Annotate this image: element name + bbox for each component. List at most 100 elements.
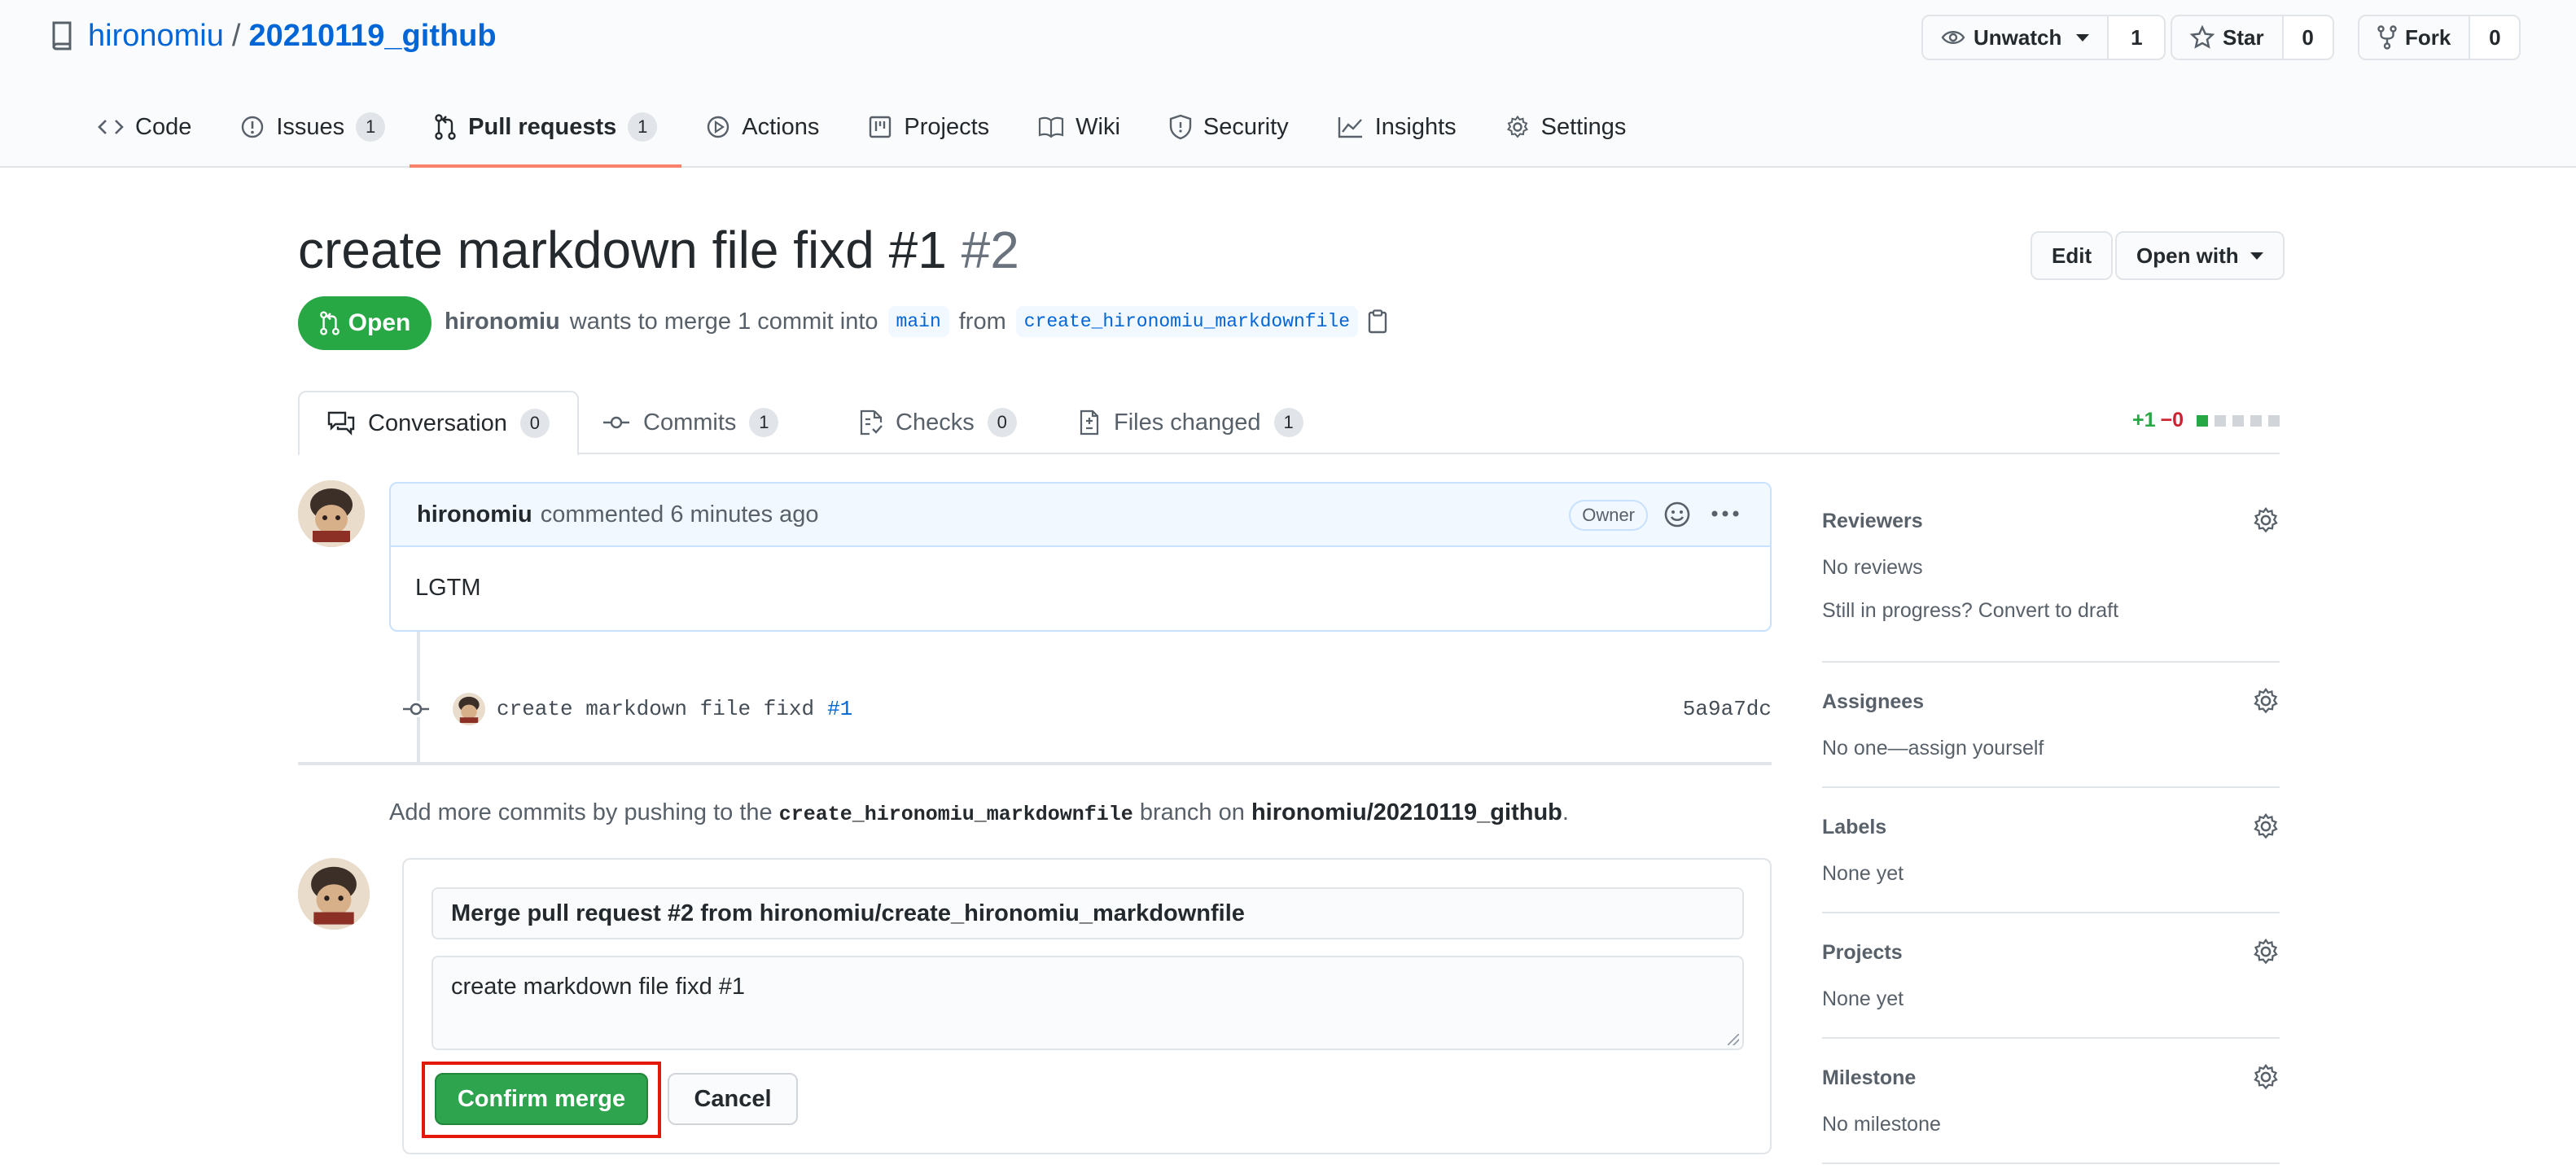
commit-sha-link[interactable]: 5a9a7dc [1683, 697, 1772, 721]
graph-icon [1338, 116, 1364, 138]
checks-counter: 0 [987, 408, 1017, 437]
fork-button[interactable]: Fork 0 [2358, 15, 2521, 60]
chevron-down-icon [2076, 33, 2090, 42]
status-label: Open [348, 309, 411, 336]
tab-commits[interactable]: Commits 1 [575, 391, 806, 454]
head-branch[interactable]: create_hironomiu_markdownfile [1015, 306, 1359, 337]
diffstat-block [2250, 414, 2262, 427]
gear-icon[interactable] [2252, 938, 2280, 965]
assign-yourself-link[interactable]: No one—assign yourself [1822, 737, 2280, 760]
book-icon [1038, 116, 1064, 138]
smiley-icon[interactable] [1663, 500, 1692, 529]
repo-separator: / [231, 18, 241, 53]
milestone-value: No milestone [1822, 1113, 1941, 1136]
tab-label: Projects [904, 113, 990, 140]
tab-pull-requests[interactable]: Pull requests 1 [410, 103, 682, 168]
push-tip-repo: hironomiu/20210119_github [1251, 799, 1562, 825]
avatar[interactable] [298, 858, 370, 930]
unwatch-button[interactable]: Unwatch 1 [1921, 15, 2166, 60]
milestone-heading[interactable]: Milestone [1822, 1066, 2280, 1090]
assignees-heading[interactable]: Assignees [1822, 690, 2280, 714]
comment-timestamp[interactable]: commented 6 minutes ago [541, 501, 819, 528]
tab-files-changed[interactable]: Files changed 1 [1050, 391, 1331, 454]
repo-name-link[interactable]: 20210119_github [248, 19, 496, 54]
tab-insights[interactable]: Insights [1313, 103, 1481, 151]
labels-heading[interactable]: Labels [1822, 816, 2280, 839]
projects-value: None yet [1822, 987, 1904, 1010]
sidebar-labels: Labels None yet [1822, 812, 2280, 886]
push-tip-middle: branch on [1139, 799, 1245, 825]
gear-icon[interactable] [2252, 687, 2280, 715]
tab-conversation[interactable]: Conversation 0 [298, 391, 579, 456]
comment-author-link[interactable]: hironomiu [417, 501, 532, 528]
gear-icon[interactable] [2252, 1063, 2280, 1091]
commits-counter: 1 [749, 408, 779, 437]
pull-request-icon [319, 311, 340, 335]
tab-label: Files changed [1114, 409, 1261, 436]
gear-icon[interactable] [2252, 812, 2280, 840]
watchers-count[interactable]: 1 [2107, 16, 2165, 59]
timeline-divider [298, 762, 1772, 765]
status-badge: Open [298, 296, 432, 350]
resize-handle[interactable] [1728, 1034, 1739, 1045]
repo-header: hironomiu / 20210119_github Unwatch 1 St… [0, 0, 2576, 168]
sidebar-divider [1822, 786, 2280, 788]
tab-label: Checks [896, 409, 975, 436]
projects-heading[interactable]: Projects [1822, 941, 2280, 965]
tab-projects[interactable]: Projects [843, 103, 1014, 151]
star-button[interactable]: Star 0 [2171, 15, 2334, 60]
pr-author-link[interactable]: hironomiu [445, 309, 560, 335]
diffstat-block [2232, 414, 2244, 427]
tab-checks[interactable]: Checks 0 [830, 391, 1045, 454]
comment: hironomiu commented 6 minutes ago Owner … [389, 482, 1772, 632]
tab-wiki[interactable]: Wiki [1014, 103, 1145, 151]
tab-code[interactable]: Code [73, 103, 216, 151]
push-tip: Add more commits by pushing to the creat… [389, 799, 1569, 826]
code-icon [98, 117, 124, 137]
commit-message-link[interactable]: create markdown file fixd [497, 697, 814, 721]
avatar[interactable] [298, 480, 365, 547]
conversation-counter: 0 [519, 409, 550, 438]
repo-title: hironomiu / 20210119_github [50, 15, 497, 57]
edit-button[interactable]: Edit [2031, 231, 2114, 280]
merge-message-textarea[interactable]: create markdown file fixd #1 [432, 956, 1744, 1050]
unwatch-label: Unwatch [1974, 24, 2062, 50]
tab-label: Security [1203, 113, 1289, 140]
commit-author-avatar[interactable] [453, 693, 485, 725]
diffstat-block [2215, 414, 2226, 427]
tab-settings[interactable]: Settings [1481, 103, 1651, 151]
open-with-button[interactable]: Open with [2115, 231, 2285, 280]
tab-security[interactable]: Security [1145, 103, 1313, 151]
reviewers-heading[interactable]: Reviewers [1822, 510, 2280, 533]
confirm-merge-button[interactable]: Confirm merge [435, 1073, 648, 1125]
sidebar-divider [1822, 912, 2280, 913]
tab-label: Commits [643, 409, 737, 436]
kebab-horizontal-icon[interactable] [1711, 508, 1739, 519]
forks-count[interactable]: 0 [2469, 16, 2520, 59]
diffstat[interactable]: +1 −0 [2132, 409, 2280, 432]
gear-icon [1505, 115, 1530, 139]
stars-count[interactable]: 0 [2281, 16, 2333, 59]
project-icon [868, 115, 892, 139]
commit-issue-link[interactable]: #1 [827, 697, 852, 721]
pr-tabs: Conversation 0 Commits 1 Checks 0 Files … [298, 391, 2280, 456]
merge-text: wants to merge 1 commit into [569, 308, 878, 335]
comment-header: hironomiu commented 6 minutes ago [391, 484, 1770, 547]
convert-to-draft-link[interactable]: Still in progress? Convert to draft [1822, 599, 2280, 623]
repo-owner-link[interactable]: hironomiu [88, 19, 224, 54]
fork-icon [2377, 25, 2397, 50]
push-tip-suffix: . [1562, 799, 1569, 825]
checklist-icon [858, 409, 883, 436]
sidebar-reviewers: Reviewers No reviews Still in progress? … [1822, 506, 2280, 623]
tab-actions[interactable]: Actions [681, 103, 843, 151]
clipboard-icon[interactable] [1368, 309, 1387, 334]
gear-icon[interactable] [2252, 506, 2280, 534]
tab-label: Wiki [1076, 113, 1120, 140]
cancel-button[interactable]: Cancel [668, 1073, 798, 1125]
tab-label: Pull requests [468, 113, 617, 140]
tab-issues[interactable]: Issues 1 [216, 103, 410, 151]
base-branch[interactable]: main [887, 306, 949, 337]
merge-title-input[interactable]: Merge pull request #2 from hironomiu/cre… [432, 887, 1744, 939]
chevron-down-icon [2250, 252, 2263, 260]
sidebar-divider [1822, 1162, 2280, 1164]
